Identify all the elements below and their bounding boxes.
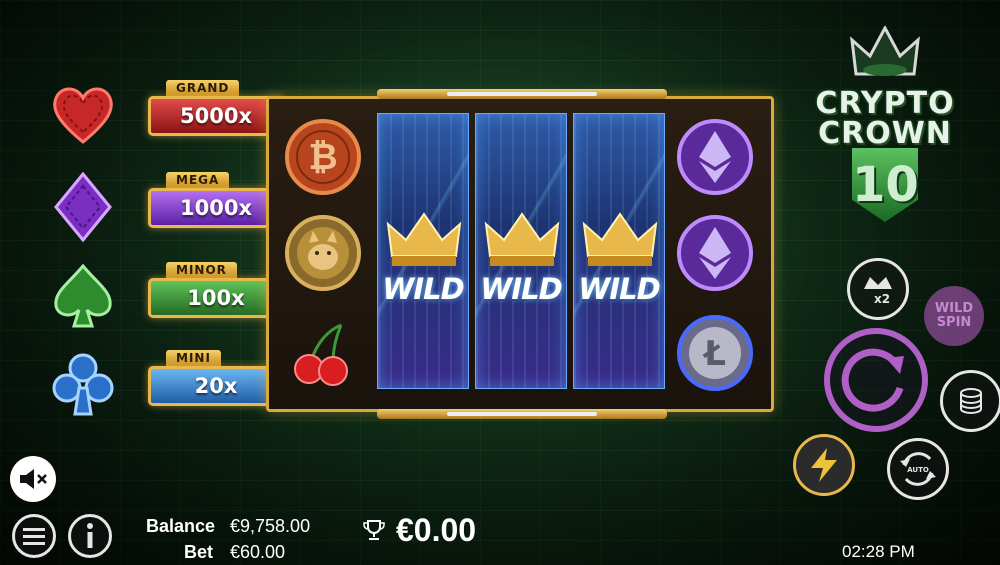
turbo-button[interactable] bbox=[793, 434, 855, 496]
game-logo: CRYPTO CROWN 10 bbox=[812, 26, 958, 226]
multiplier-x2-button[interactable]: x2 bbox=[847, 258, 909, 320]
wild-spin-label-line1: WILD bbox=[934, 301, 974, 316]
spade-icon bbox=[54, 263, 112, 328]
ethereum-coin-symbol bbox=[677, 119, 753, 195]
jackpot-grand: GRAND 5000x bbox=[48, 80, 284, 150]
bet-label: Bet bbox=[184, 542, 214, 562]
wild-symbol-reel-3: WILD bbox=[475, 113, 567, 389]
reel-1: ₿ bbox=[277, 109, 369, 399]
svg-text:Ł: Ł bbox=[702, 334, 726, 374]
status-bar: Balance €9,758.00 Bet €60.00 €0.00 02:28… bbox=[0, 508, 1000, 565]
clock: 02:28 PM bbox=[842, 542, 915, 561]
balance-value: €9,758.00 bbox=[230, 516, 311, 536]
multiplier-icon: x2 bbox=[864, 277, 892, 306]
ethereum-coin-symbol bbox=[677, 215, 753, 291]
jackpot-minor-value: 100x bbox=[148, 278, 284, 318]
autoplay-button[interactable]: AUTO bbox=[887, 438, 949, 500]
bet-value: €60.00 bbox=[230, 542, 286, 562]
jackpot-mega-value: 1000x bbox=[148, 188, 284, 228]
reel-5: Ł bbox=[669, 109, 761, 399]
jackpot-mega-label: MEGA bbox=[166, 172, 230, 188]
cherries-symbol bbox=[294, 323, 348, 386]
crown-icon bbox=[386, 212, 462, 266]
dogecoin-coin-symbol bbox=[285, 215, 361, 291]
diamond-icon bbox=[54, 172, 112, 242]
jackpot-mini: MINI 20x bbox=[48, 350, 284, 420]
sound-toggle-button[interactable] bbox=[10, 456, 56, 502]
sound-muted-icon bbox=[20, 469, 47, 489]
spin-button[interactable] bbox=[824, 328, 928, 432]
reel-frame-top-ornament bbox=[377, 89, 667, 99]
wild-spin-button[interactable]: WILD SPIN bbox=[924, 286, 984, 346]
lightning-icon bbox=[811, 448, 837, 482]
jackpot-grand-value: 5000x bbox=[148, 96, 284, 136]
heart-icon bbox=[53, 87, 113, 144]
wild-label: WILD bbox=[480, 272, 562, 306]
reel-frame: ₿ WILD WILD WILD Ł bbox=[266, 89, 774, 419]
logo-number: 10 bbox=[852, 148, 918, 222]
wild-label: WILD bbox=[382, 272, 464, 306]
spin-arrow-icon bbox=[841, 348, 904, 412]
wild-symbol-reel-2: WILD bbox=[377, 113, 469, 389]
jackpot-mega: MEGA 1000x bbox=[48, 172, 284, 242]
logo-crown-icon bbox=[850, 26, 920, 76]
bet-stake-button[interactable] bbox=[940, 370, 1000, 432]
jackpot-mini-value: 20x bbox=[148, 366, 284, 406]
coin-stack-icon bbox=[960, 388, 982, 414]
wild-spin-label-line2: SPIN bbox=[936, 315, 972, 330]
litecoin-coin-symbol: Ł bbox=[677, 315, 753, 391]
multiplier-label: x2 bbox=[874, 292, 890, 306]
bitcoin-coin-symbol: ₿ bbox=[285, 119, 361, 195]
balance-label: Balance bbox=[146, 516, 216, 536]
svg-text:₿: ₿ bbox=[308, 137, 337, 178]
jackpot-minor-label: MINOR bbox=[166, 262, 237, 278]
wild-spin-label: WILD SPIN bbox=[935, 302, 973, 330]
jackpot-mini-label: MINI bbox=[166, 350, 221, 366]
wild-label: WILD bbox=[578, 272, 660, 306]
win-amount: €0.00 bbox=[396, 512, 477, 548]
autoplay-icon: AUTO bbox=[900, 452, 936, 486]
autoplay-label: AUTO bbox=[907, 466, 929, 474]
crown-icon bbox=[582, 212, 658, 266]
logo-title-line2: CROWN bbox=[818, 116, 952, 151]
jackpot-grand-label: GRAND bbox=[166, 80, 240, 96]
crown-icon bbox=[484, 212, 560, 266]
jackpot-minor: MINOR 100x bbox=[48, 262, 284, 332]
wild-symbol-reel-4: WILD bbox=[573, 113, 665, 389]
reel-frame-bottom-ornament bbox=[377, 409, 667, 419]
club-icon bbox=[52, 353, 114, 416]
trophy-icon bbox=[363, 520, 385, 540]
